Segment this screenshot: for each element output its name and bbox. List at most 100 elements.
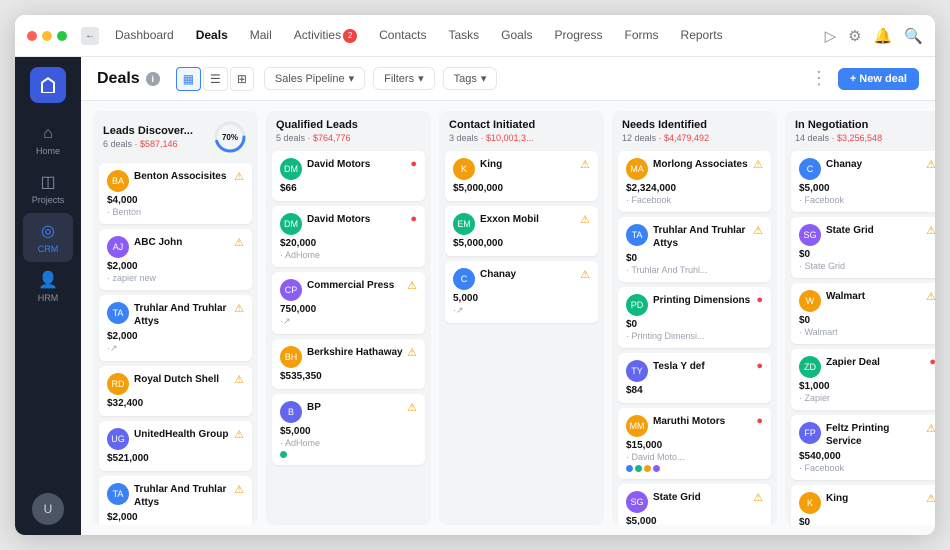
nav-item-goals[interactable]: Goals <box>491 24 542 46</box>
deal-card[interactable]: MA Morlong Associates ⚠ $2,324,000 · Fac… <box>618 151 771 212</box>
kanban-view-button[interactable]: ▦ <box>176 67 201 91</box>
card-name: King <box>826 492 924 505</box>
deal-card[interactable]: TA Truhlar And Truhlar Attys ⚠ $2,000 ·↗ <box>99 476 252 525</box>
card-amount: 750,000 <box>280 304 417 315</box>
card-sub: · Facebook <box>799 463 935 473</box>
card-name: Truhlar And Truhlar Attys <box>134 302 232 328</box>
card-sub: ·↗ <box>280 316 417 327</box>
card-name: State Grid <box>653 491 751 504</box>
warn-icon: ⚠ <box>234 302 244 315</box>
deal-card[interactable]: SG State Grid ⚠ $5,000 <box>618 484 771 525</box>
nav-item-forms[interactable]: Forms <box>615 24 669 46</box>
card-name: Printing Dimensions <box>653 294 756 307</box>
sidebar-item-projects[interactable]: ◫ Projects <box>23 164 73 213</box>
card-amount: $0 <box>626 319 763 330</box>
card-top: TA Truhlar And Truhlar Attys ⚠ <box>626 224 763 250</box>
play-icon[interactable]: ▷ <box>825 27 837 45</box>
nav-item-progress[interactable]: Progress <box>545 24 613 46</box>
gear-icon[interactable]: ⚙ <box>848 27 861 45</box>
nav-item-reports[interactable]: Reports <box>671 24 733 46</box>
card-amount: $540,000 <box>799 451 935 462</box>
card-amount: $66 <box>280 183 417 194</box>
info-icon[interactable]: i <box>146 72 160 86</box>
deal-card[interactable]: DM David Motors ● $66 <box>272 151 425 201</box>
indicator-dot <box>635 465 642 472</box>
new-deal-button[interactable]: + New deal <box>838 68 919 90</box>
deal-card[interactable]: TY Tesla Y def ● $84 <box>618 353 771 403</box>
deal-card[interactable]: EM Exxon Mobil ⚠ $5,000,000 <box>445 206 598 256</box>
deal-card[interactable]: BH Berkshire Hathaway ⚠ $535,350 <box>272 339 425 389</box>
calendar-view-button[interactable]: ⊞ <box>230 67 254 91</box>
card-indicators <box>280 451 417 458</box>
deal-card[interactable]: AJ ABC John ⚠ $2,000 · zapier new <box>99 229 252 290</box>
deal-card[interactable]: TA Truhlar And Truhlar Attys ⚠ $2,000 ·↗ <box>99 295 252 361</box>
bell-icon[interactable]: 🔔 <box>874 27 893 45</box>
card-top: ZD Zapier Deal ● <box>799 356 935 378</box>
kanban-column-negotiation: In Negotiation 14 deals · $3,256,548 C C… <box>785 111 935 525</box>
sidebar-item-hrm[interactable]: 👤 HRM <box>23 262 73 311</box>
user-avatar[interactable]: U <box>32 493 64 525</box>
card-amount: $535,350 <box>280 371 417 382</box>
filter-button[interactable]: Filters ▾ <box>373 67 434 90</box>
back-button[interactable]: ← <box>81 27 99 45</box>
card-amount: $20,000 <box>280 238 417 249</box>
card-avatar: SG <box>799 224 821 246</box>
card-top: DM David Motors ● <box>280 158 417 180</box>
deal-card[interactable]: MM Maruthi Motors ● $15,000 · David Moto… <box>618 408 771 479</box>
card-top: K King ⚠ <box>453 158 590 180</box>
deal-card[interactable]: TA Truhlar And Truhlar Attys ⚠ $0 · Truh… <box>618 217 771 282</box>
maximize-dot[interactable] <box>57 31 67 41</box>
card-name: Zapier Deal <box>826 356 929 369</box>
sidebar-item-home[interactable]: ⌂ Home <box>23 117 73 164</box>
card-avatar: TA <box>626 224 648 246</box>
card-avatar: C <box>799 158 821 180</box>
col-header: Contact Initiated 3 deals · $10,001,3... <box>439 111 604 147</box>
deal-card[interactable]: UG UnitedHealth Group ⚠ $521,000 <box>99 421 252 471</box>
nav-item-mail[interactable]: Mail <box>240 24 282 46</box>
nav-item-dashboard[interactable]: Dashboard <box>105 24 184 46</box>
kanban-column-contact: Contact Initiated 3 deals · $10,001,3...… <box>439 111 604 525</box>
more-options-button[interactable]: ⋮ <box>810 68 828 89</box>
list-view-button[interactable]: ☰ <box>203 67 228 91</box>
deal-card[interactable]: C Chanay ⚠ 5,000 ·↗ <box>445 261 598 323</box>
card-amount: $5,000,000 <box>453 183 590 194</box>
deal-card[interactable]: ZD Zapier Deal ● $1,000 · Zapier <box>791 349 935 410</box>
deal-card[interactable]: SG State Grid ⚠ $0 · State Grid <box>791 217 935 278</box>
nav-item-deals[interactable]: Deals <box>186 24 238 46</box>
deal-card[interactable]: B BP ⚠ $5,000 · AdHome <box>272 394 425 465</box>
sidebar: ⌂ Home◫ Projects◎ CRM👤 HRM U <box>15 57 81 535</box>
card-name: Truhlar And Truhlar Attys <box>134 483 232 509</box>
deal-card[interactable]: PD Printing Dimensions ● $0 · Printing D… <box>618 287 771 348</box>
deal-card[interactable]: K King ⚠ $5,000,000 <box>445 151 598 201</box>
nav-item-contacts[interactable]: Contacts <box>369 24 436 46</box>
card-sub: · Facebook <box>626 195 763 205</box>
card-amount: $2,000 <box>107 512 244 523</box>
main-layout: ⌂ Home◫ Projects◎ CRM👤 HRM U Deals i <box>15 57 935 535</box>
card-name: Commercial Press <box>307 279 405 292</box>
card-top: C Chanay ⚠ <box>453 268 590 290</box>
tags-button[interactable]: Tags ▾ <box>443 67 498 90</box>
deal-card[interactable]: C Chanay ⚠ $5,000 · Facebook <box>791 151 935 212</box>
sidebar-item-crm[interactable]: ◎ CRM <box>23 213 73 262</box>
deal-card[interactable]: K King ⚠ $0 · King <box>791 485 935 525</box>
card-avatar: TY <box>626 360 648 382</box>
card-amount: $2,324,000 <box>626 183 763 194</box>
warn-icon: ⚠ <box>234 373 244 386</box>
search-icon[interactable]: 🔍 <box>904 27 923 45</box>
nav-item-tasks[interactable]: Tasks <box>438 24 489 46</box>
deal-card[interactable]: RD Royal Dutch Shell ⚠ $32,400 <box>99 366 252 416</box>
col-cards: BA Benton Associsites ⚠ $4,000 · Benton … <box>93 159 258 525</box>
nav-item-activities[interactable]: Activities2 <box>284 24 367 47</box>
close-dot[interactable] <box>27 31 37 41</box>
col-header: Leads Discover... 6 deals · $587,146 70% <box>93 111 258 159</box>
deal-card[interactable]: W Walmart ⚠ $0 · Walmart <box>791 283 935 344</box>
minimize-dot[interactable] <box>42 31 52 41</box>
deal-card[interactable]: DM David Motors ● $20,000 · AdHome <box>272 206 425 267</box>
deal-card[interactable]: BA Benton Associsites ⚠ $4,000 · Benton <box>99 163 252 224</box>
card-top: K King ⚠ <box>799 492 935 514</box>
deal-card[interactable]: FP Feltz Printing Service ⚠ $540,000 · F… <box>791 415 935 480</box>
card-avatar: C <box>453 268 475 290</box>
progress-ring: 70% <box>212 119 248 155</box>
deal-card[interactable]: CP Commercial Press ⚠ 750,000 ·↗ <box>272 272 425 334</box>
pipeline-select[interactable]: Sales Pipeline ▾ <box>264 67 365 90</box>
